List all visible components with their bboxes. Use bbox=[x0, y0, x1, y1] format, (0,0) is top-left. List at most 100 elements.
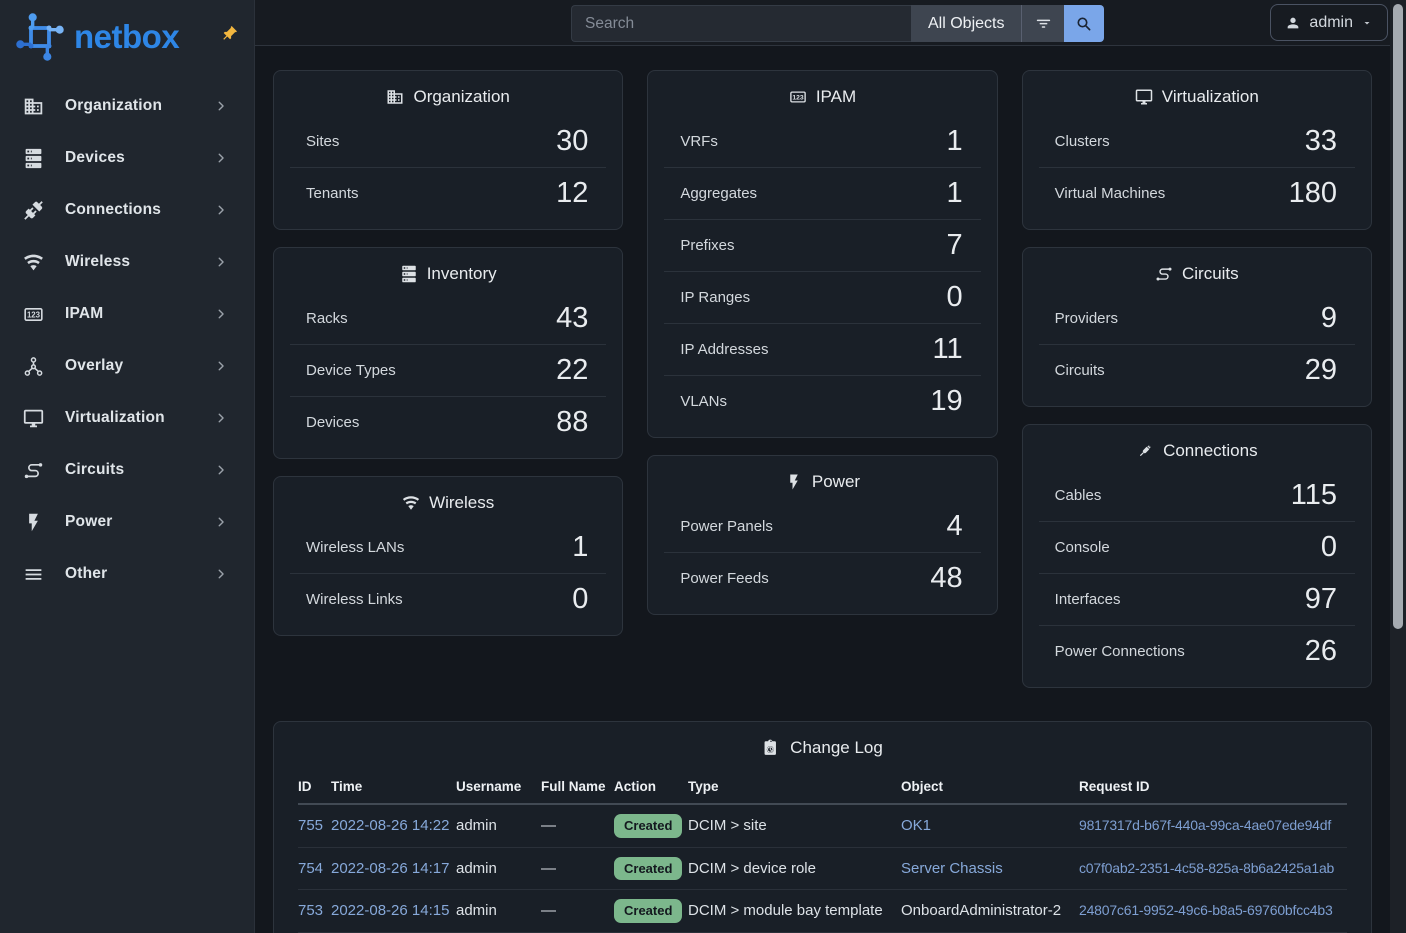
virtualization-card: Virtualization Clusters 33 Virtual Machi… bbox=[1022, 70, 1372, 230]
chevron-right-icon bbox=[214, 151, 228, 165]
change-id-link[interactable]: 755 bbox=[298, 817, 323, 834]
transit-icon bbox=[23, 460, 44, 481]
dashboard-content: Organization Sites 30 Tenants 12 bbox=[255, 47, 1390, 933]
stat-row-virtual-machines[interactable]: Virtual Machines 180 bbox=[1039, 167, 1355, 219]
table-row: 753 2022-08-26 14:15 admin — Created DCI… bbox=[298, 890, 1347, 933]
change-time-link[interactable]: 2022-08-26 14:17 bbox=[331, 860, 449, 877]
user-menu-button[interactable]: admin bbox=[1270, 4, 1388, 41]
menu-icon bbox=[23, 564, 44, 585]
stat-row-tenants[interactable]: Tenants 12 bbox=[290, 167, 606, 219]
stat-row-power-panels[interactable]: Power Panels 4 bbox=[664, 501, 980, 552]
inventory-card: Inventory Racks 43 Device Types 22 Devic… bbox=[273, 247, 623, 459]
server-icon bbox=[23, 148, 44, 169]
stat-row-wireless-lans[interactable]: Wireless LANs 1 bbox=[290, 522, 606, 573]
request-id-link[interactable]: 9817317d-b67f-440a-99ca-4ae07ede94df bbox=[1079, 817, 1331, 833]
dashboard-column-1: Organization Sites 30 Tenants 12 bbox=[273, 70, 623, 636]
stat-row-ip-addresses[interactable]: IP Addresses 11 bbox=[664, 323, 980, 375]
change-id-link[interactable]: 753 bbox=[298, 902, 323, 919]
stat-row-vrfs[interactable]: VRFs 1 bbox=[664, 116, 980, 167]
stat-row-ip-ranges[interactable]: IP Ranges 0 bbox=[664, 271, 980, 323]
change-log-title: Change Log bbox=[298, 738, 1347, 758]
netbox-logo[interactable]: netbox bbox=[13, 10, 179, 64]
table-row: 754 2022-08-26 14:17 admin — Created DCI… bbox=[298, 847, 1347, 890]
stat-row-power-feeds[interactable]: Power Feeds 48 bbox=[664, 552, 980, 604]
change-time-link[interactable]: 2022-08-26 14:15 bbox=[331, 902, 449, 919]
transit-icon bbox=[1155, 265, 1173, 283]
change-id-link[interactable]: 754 bbox=[298, 860, 323, 877]
col-header-object: Object bbox=[901, 775, 1079, 804]
search-submit-button[interactable] bbox=[1064, 5, 1104, 42]
sidebar-item-other[interactable]: Other bbox=[0, 548, 254, 600]
scrollbar-thumb[interactable] bbox=[1393, 4, 1403, 629]
stat-row-aggregates[interactable]: Aggregates 1 bbox=[664, 167, 980, 219]
stat-row-clusters[interactable]: Clusters 33 bbox=[1039, 116, 1355, 167]
change-time-link[interactable]: 2022-08-26 14:22 bbox=[331, 817, 449, 834]
sidebar-item-devices[interactable]: Devices bbox=[0, 132, 254, 184]
stat-row-devices[interactable]: Devices 88 bbox=[290, 396, 606, 448]
wifi-icon bbox=[402, 494, 420, 512]
wireless-card: Wireless Wireless LANs 1 Wireless Links … bbox=[273, 476, 623, 636]
change-username: admin bbox=[456, 804, 541, 847]
filter-icon bbox=[1034, 14, 1053, 33]
scrollbar-track[interactable] bbox=[1390, 0, 1406, 933]
netbox-dashboard: netbox Organization Devices Connections bbox=[0, 0, 1406, 933]
stat-row-console[interactable]: Console 0 bbox=[1039, 521, 1355, 573]
card-title: Power bbox=[648, 456, 996, 501]
chevron-right-icon bbox=[214, 307, 228, 321]
change-full-name: — bbox=[541, 890, 614, 933]
stat-row-prefixes[interactable]: Prefixes 7 bbox=[664, 219, 980, 271]
change-full-name: — bbox=[541, 804, 614, 847]
stat-row-power-connections[interactable]: Power Connections 26 bbox=[1039, 625, 1355, 677]
stat-row-vlans[interactable]: VLANs 19 bbox=[664, 375, 980, 427]
filter-button[interactable] bbox=[1021, 5, 1064, 42]
search-input[interactable] bbox=[571, 5, 911, 42]
stat-row-interfaces[interactable]: Interfaces 97 bbox=[1039, 573, 1355, 625]
change-full-name: — bbox=[541, 847, 614, 890]
request-id-link[interactable]: 24807c61-9952-49c6-b8a5-69760bfcc4b3 bbox=[1079, 902, 1333, 918]
status-badge: Created bbox=[614, 814, 682, 838]
sidebar-item-circuits[interactable]: Circuits bbox=[0, 444, 254, 496]
stat-row-cables[interactable]: Cables 115 bbox=[1039, 470, 1355, 521]
pin-sidebar-icon[interactable] bbox=[216, 21, 241, 46]
stat-row-circuits[interactable]: Circuits 29 bbox=[1039, 344, 1355, 396]
dashboard-column-2: IPAM VRFs 1 Aggregates 1 Prefixes bbox=[647, 70, 997, 615]
netbox-wordmark: netbox bbox=[74, 10, 179, 64]
lightning-icon bbox=[785, 473, 803, 491]
stat-row-providers[interactable]: Providers 9 bbox=[1039, 293, 1355, 344]
monitor-icon bbox=[23, 408, 44, 429]
stat-row-sites[interactable]: Sites 30 bbox=[290, 116, 606, 167]
request-id-link[interactable]: c07f0ab2-2351-4c58-825a-8b6a2425a1ab bbox=[1079, 860, 1334, 876]
ipam-card: IPAM VRFs 1 Aggregates 1 Prefixes bbox=[647, 70, 997, 438]
change-object-link[interactable]: Server Chassis bbox=[901, 860, 1003, 877]
card-title: Virtualization bbox=[1023, 71, 1371, 116]
sidebar-item-power[interactable]: Power bbox=[0, 496, 254, 548]
chevron-right-icon bbox=[214, 99, 228, 113]
chevron-right-icon bbox=[214, 411, 228, 425]
change-log-card: Change Log ID Time Username Full Name Ac… bbox=[273, 721, 1372, 933]
change-type: DCIM > device role bbox=[688, 847, 901, 890]
sidebar-header: netbox bbox=[0, 0, 254, 80]
sidebar-item-ipam[interactable]: IPAM bbox=[0, 288, 254, 340]
stat-row-wireless-links[interactable]: Wireless Links 0 bbox=[290, 573, 606, 625]
sidebar-item-wireless[interactable]: Wireless bbox=[0, 236, 254, 288]
topbar: All Objects admin bbox=[255, 0, 1390, 46]
sidebar-item-virtualization[interactable]: Virtualization bbox=[0, 392, 254, 444]
organization-card: Organization Sites 30 Tenants 12 bbox=[273, 70, 623, 230]
search-scope-button[interactable]: All Objects bbox=[911, 5, 1021, 42]
stat-row-device-types[interactable]: Device Types 22 bbox=[290, 344, 606, 396]
col-header-time: Time bbox=[331, 775, 456, 804]
sidebar-nav: Organization Devices Connections Wireles… bbox=[0, 80, 254, 600]
change-object-link[interactable]: OK1 bbox=[901, 817, 931, 834]
monitor-icon bbox=[1135, 88, 1153, 106]
sidebar-item-organization[interactable]: Organization bbox=[0, 80, 254, 132]
chevron-right-icon bbox=[214, 567, 228, 581]
col-header-username: Username bbox=[456, 775, 541, 804]
dashboard-column-3: Virtualization Clusters 33 Virtual Machi… bbox=[1022, 70, 1372, 688]
sidebar-item-connections[interactable]: Connections bbox=[0, 184, 254, 236]
plug-icon bbox=[23, 200, 44, 221]
stat-row-racks[interactable]: Racks 43 bbox=[290, 293, 606, 344]
sidebar-item-overlay[interactable]: Overlay bbox=[0, 340, 254, 392]
sidebar: netbox Organization Devices Connections bbox=[0, 0, 255, 933]
building-icon bbox=[23, 96, 44, 117]
building-icon bbox=[386, 88, 404, 106]
